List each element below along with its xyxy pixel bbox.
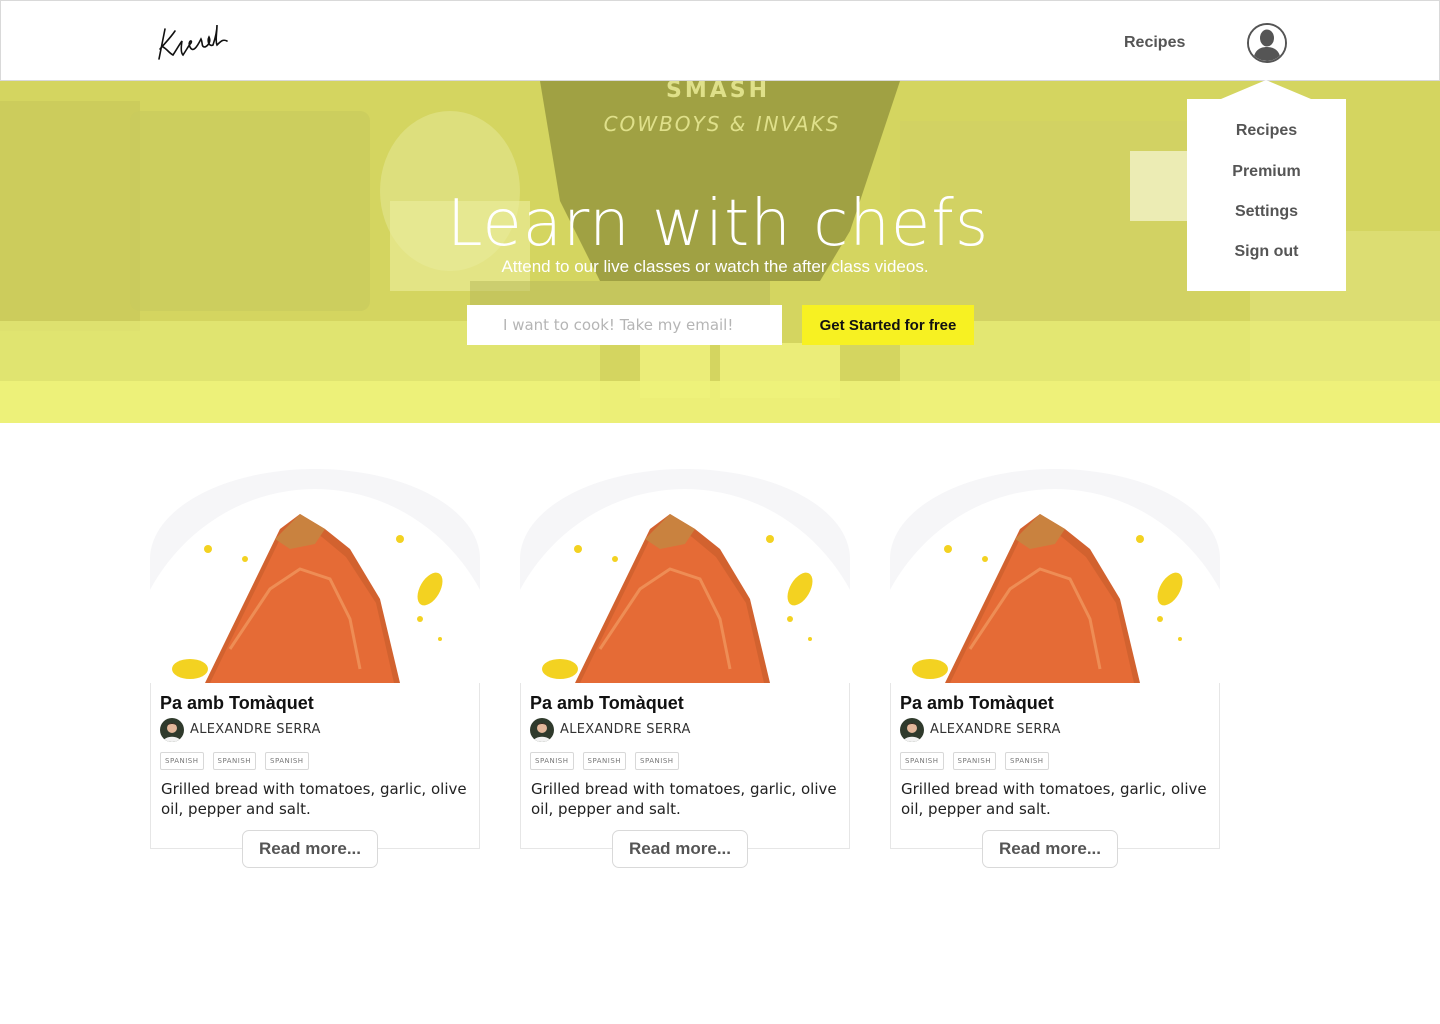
- chef-name[interactable]: ALEXANDRE SERRA: [560, 722, 691, 737]
- recipe-image[interactable]: [520, 469, 850, 683]
- tag[interactable]: SPANISH: [212, 752, 257, 770]
- recipe-card: Pa amb Tomàquet ALEXANDRE SERRA SPANISH …: [150, 469, 480, 868]
- tag[interactable]: SPANISH: [265, 752, 309, 770]
- tag[interactable]: SPANISH: [1005, 752, 1049, 770]
- recipe-title[interactable]: Pa amb Tomàquet: [160, 693, 314, 714]
- menu-item-settings[interactable]: Settings: [1187, 203, 1346, 221]
- shirt-text-line2: COWBOYS & INVAKS: [604, 112, 841, 136]
- recipe-card: Pa amb Tomàquet ALEXANDRE SERRA SPANISH …: [520, 469, 850, 868]
- recipe-card: Pa amb Tomàquet ALEXANDRE SERRA SPANISH …: [890, 469, 1220, 868]
- recipe-card-body: Pa amb Tomàquet ALEXANDRE SERRA SPANISH …: [890, 683, 1220, 849]
- dropdown-caret-icon: [1221, 80, 1311, 99]
- tag[interactable]: SPANISH: [635, 752, 679, 770]
- recipe-description: Grilled bread with tomatoes, garlic, oli…: [901, 780, 1207, 818]
- tag-list: SPANISH SPANISH SPANISH: [530, 752, 679, 770]
- menu-item-recipes[interactable]: Recipes: [1187, 122, 1346, 140]
- nav-link-recipes[interactable]: Recipes: [1124, 34, 1185, 52]
- email-input[interactable]: [467, 305, 782, 345]
- tag-list: SPANISH SPANISH SPANISH: [900, 752, 1049, 770]
- recipe-description: Grilled bread with tomatoes, garlic, oli…: [531, 780, 837, 818]
- chef-avatar: [900, 718, 924, 742]
- chef-avatar-icon: [530, 718, 554, 742]
- chef-avatar-icon: [160, 718, 184, 742]
- user-avatar-button[interactable]: [1247, 23, 1287, 63]
- tag[interactable]: SPANISH: [952, 752, 997, 770]
- signature-logo-icon: [158, 24, 228, 60]
- read-more-button[interactable]: Read more...: [612, 830, 748, 868]
- menu-item-premium[interactable]: Premium: [1187, 163, 1346, 181]
- tag-list: SPANISH SPANISH SPANISH: [160, 752, 309, 770]
- chef-name[interactable]: ALEXANDRE SERRA: [190, 722, 321, 737]
- read-more-button[interactable]: Read more...: [242, 830, 378, 868]
- tag[interactable]: SPANISH: [582, 752, 627, 770]
- bread-with-tomato-image: [890, 469, 1220, 683]
- bread-with-tomato-image: [520, 469, 850, 683]
- read-more-button[interactable]: Read more...: [982, 830, 1118, 868]
- tag[interactable]: SPANISH: [160, 752, 204, 770]
- chef-name[interactable]: ALEXANDRE SERRA: [930, 722, 1061, 737]
- recipe-card-body: Pa amb Tomàquet ALEXANDRE SERRA SPANISH …: [520, 683, 850, 849]
- recipe-description: Grilled bread with tomatoes, garlic, oli…: [161, 780, 467, 818]
- bread-with-tomato-image: [150, 469, 480, 683]
- user-silhouette-icon: [1249, 25, 1285, 61]
- top-header: Recipes: [0, 0, 1440, 81]
- recipe-card-body: Pa amb Tomàquet ALEXANDRE SERRA SPANISH …: [150, 683, 480, 849]
- recipe-title[interactable]: Pa amb Tomàquet: [530, 693, 684, 714]
- recipe-image[interactable]: [150, 469, 480, 683]
- recipe-image[interactable]: [890, 469, 1220, 683]
- chef-avatar-icon: [900, 718, 924, 742]
- recipe-title[interactable]: Pa amb Tomàquet: [900, 693, 1054, 714]
- tag[interactable]: SPANISH: [900, 752, 944, 770]
- tag[interactable]: SPANISH: [530, 752, 574, 770]
- shirt-text-line1: SMASH: [666, 81, 770, 103]
- chef-avatar: [530, 718, 554, 742]
- user-dropdown-menu: Recipes Premium Settings Sign out: [1187, 99, 1346, 291]
- chef-avatar: [160, 718, 184, 742]
- menu-item-sign-out[interactable]: Sign out: [1187, 243, 1346, 261]
- get-started-button[interactable]: Get Started for free: [802, 305, 974, 345]
